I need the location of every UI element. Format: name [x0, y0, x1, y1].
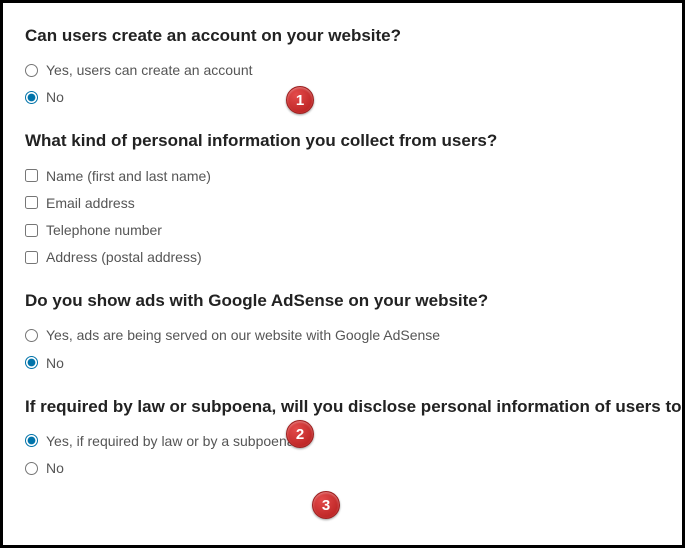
question-title: Can users create an account on your webs… — [25, 25, 662, 47]
radio-law-yes[interactable] — [25, 434, 38, 447]
question-personal-info: What kind of personal information you co… — [25, 130, 662, 266]
option-label[interactable]: Name (first and last name) — [46, 167, 211, 185]
question-adsense: Do you show ads with Google AdSense on y… — [25, 290, 662, 371]
option-row: Email address — [25, 194, 662, 212]
option-row: No — [25, 459, 662, 477]
option-row: Name (first and last name) — [25, 167, 662, 185]
checkbox-telephone[interactable] — [25, 224, 38, 237]
option-label[interactable]: Telephone number — [46, 221, 162, 239]
option-row: Yes, users can create an account — [25, 61, 662, 79]
radio-adsense-yes[interactable] — [25, 329, 38, 342]
option-label[interactable]: Yes, ads are being served on our website… — [46, 326, 440, 344]
question-account: Can users create an account on your webs… — [25, 25, 662, 106]
option-label[interactable]: No — [46, 88, 64, 106]
annotation-badge-2: 2 — [286, 420, 314, 448]
option-label[interactable]: Yes, users can create an account — [46, 61, 253, 79]
radio-account-no[interactable] — [25, 91, 38, 104]
option-label[interactable]: Yes, if required by law or by a subpoena — [46, 432, 295, 450]
question-law-disclosure: If required by law or subpoena, will you… — [25, 396, 662, 477]
radio-account-yes[interactable] — [25, 64, 38, 77]
option-row: Yes, ads are being served on our website… — [25, 326, 662, 344]
checkbox-name[interactable] — [25, 169, 38, 182]
option-row: No — [25, 354, 662, 372]
question-title: If required by law or subpoena, will you… — [25, 396, 662, 418]
option-row: Telephone number — [25, 221, 662, 239]
option-label[interactable]: No — [46, 459, 64, 477]
option-row: Yes, if required by law or by a subpoena — [25, 432, 662, 450]
checkbox-address[interactable] — [25, 251, 38, 264]
question-title: What kind of personal information you co… — [25, 130, 662, 152]
radio-law-no[interactable] — [25, 462, 38, 475]
option-row: No — [25, 88, 662, 106]
option-row: Address (postal address) — [25, 248, 662, 266]
radio-adsense-no[interactable] — [25, 356, 38, 369]
option-label[interactable]: Address (postal address) — [46, 248, 202, 266]
question-title: Do you show ads with Google AdSense on y… — [25, 290, 662, 312]
annotation-badge-1: 1 — [286, 86, 314, 114]
annotation-badge-3: 3 — [312, 491, 340, 519]
option-label[interactable]: Email address — [46, 194, 135, 212]
option-label[interactable]: No — [46, 354, 64, 372]
checkbox-email[interactable] — [25, 196, 38, 209]
